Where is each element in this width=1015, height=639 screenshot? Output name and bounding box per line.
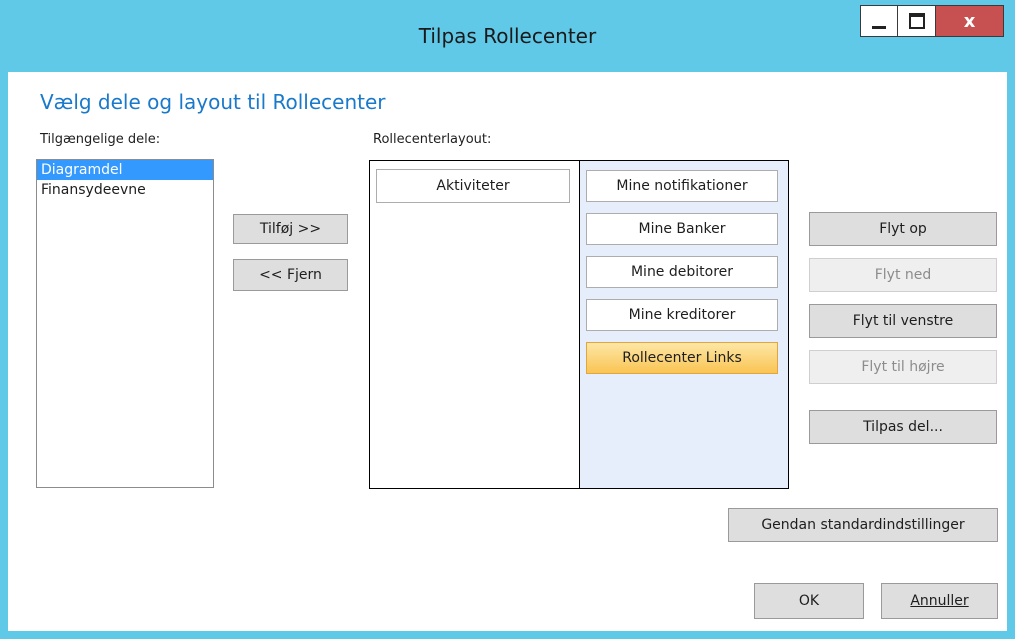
dialog-heading: Vælg dele og layout til Rollecenter (40, 90, 386, 114)
move-down-button[interactable]: Flyt ned (809, 258, 997, 292)
ok-button[interactable]: OK (754, 583, 864, 619)
minimize-icon (872, 25, 886, 29)
add-button[interactable]: Tilføj >> (233, 214, 348, 244)
list-item[interactable]: Finansydeevne (37, 180, 213, 200)
layout-part-notifikationer[interactable]: Mine notifikationer (586, 170, 778, 202)
cancel-button[interactable]: Annuller (881, 583, 998, 619)
dialog-window: Tilpas Rollecenter x Vælg dele og layout… (0, 0, 1015, 639)
list-item[interactable]: Diagramdel (37, 160, 213, 180)
rolecenter-layout: Aktiviteter Mine notifikationer Mine Ban… (369, 160, 789, 489)
move-left-button[interactable]: Flyt til venstre (809, 304, 997, 338)
layout-column-left[interactable]: Aktiviteter (370, 161, 580, 488)
close-icon: x (963, 10, 976, 32)
layout-label: Rollecenterlayout: (373, 132, 492, 147)
maximize-icon (908, 13, 925, 29)
close-button[interactable]: x (936, 5, 1004, 37)
layout-part-aktiviteter[interactable]: Aktiviteter (376, 169, 570, 203)
move-right-button[interactable]: Flyt til højre (809, 350, 997, 384)
layout-part-kreditorer[interactable]: Mine kreditorer (586, 299, 778, 331)
customize-part-button[interactable]: Tilpas del... (809, 410, 997, 444)
layout-part-banker[interactable]: Mine Banker (586, 213, 778, 245)
minimize-button[interactable] (860, 5, 898, 37)
restore-defaults-button[interactable]: Gendan standardindstillinger (728, 508, 998, 542)
layout-part-debitorer[interactable]: Mine debitorer (586, 256, 778, 288)
dialog-content: Vælg dele og layout til Rollecenter Tilg… (8, 72, 1007, 631)
available-parts-list[interactable]: Diagramdel Finansydeevne (36, 159, 214, 488)
layout-column-right[interactable]: Mine notifikationer Mine Banker Mine deb… (580, 161, 788, 488)
title-bar[interactable]: Tilpas Rollecenter x (0, 0, 1015, 72)
available-parts-label: Tilgængelige dele: (40, 132, 161, 147)
layout-part-rollecenter-links[interactable]: Rollecenter Links (586, 342, 778, 374)
maximize-button[interactable] (898, 5, 936, 37)
move-up-button[interactable]: Flyt op (809, 212, 997, 246)
remove-button[interactable]: << Fjern (233, 259, 348, 291)
